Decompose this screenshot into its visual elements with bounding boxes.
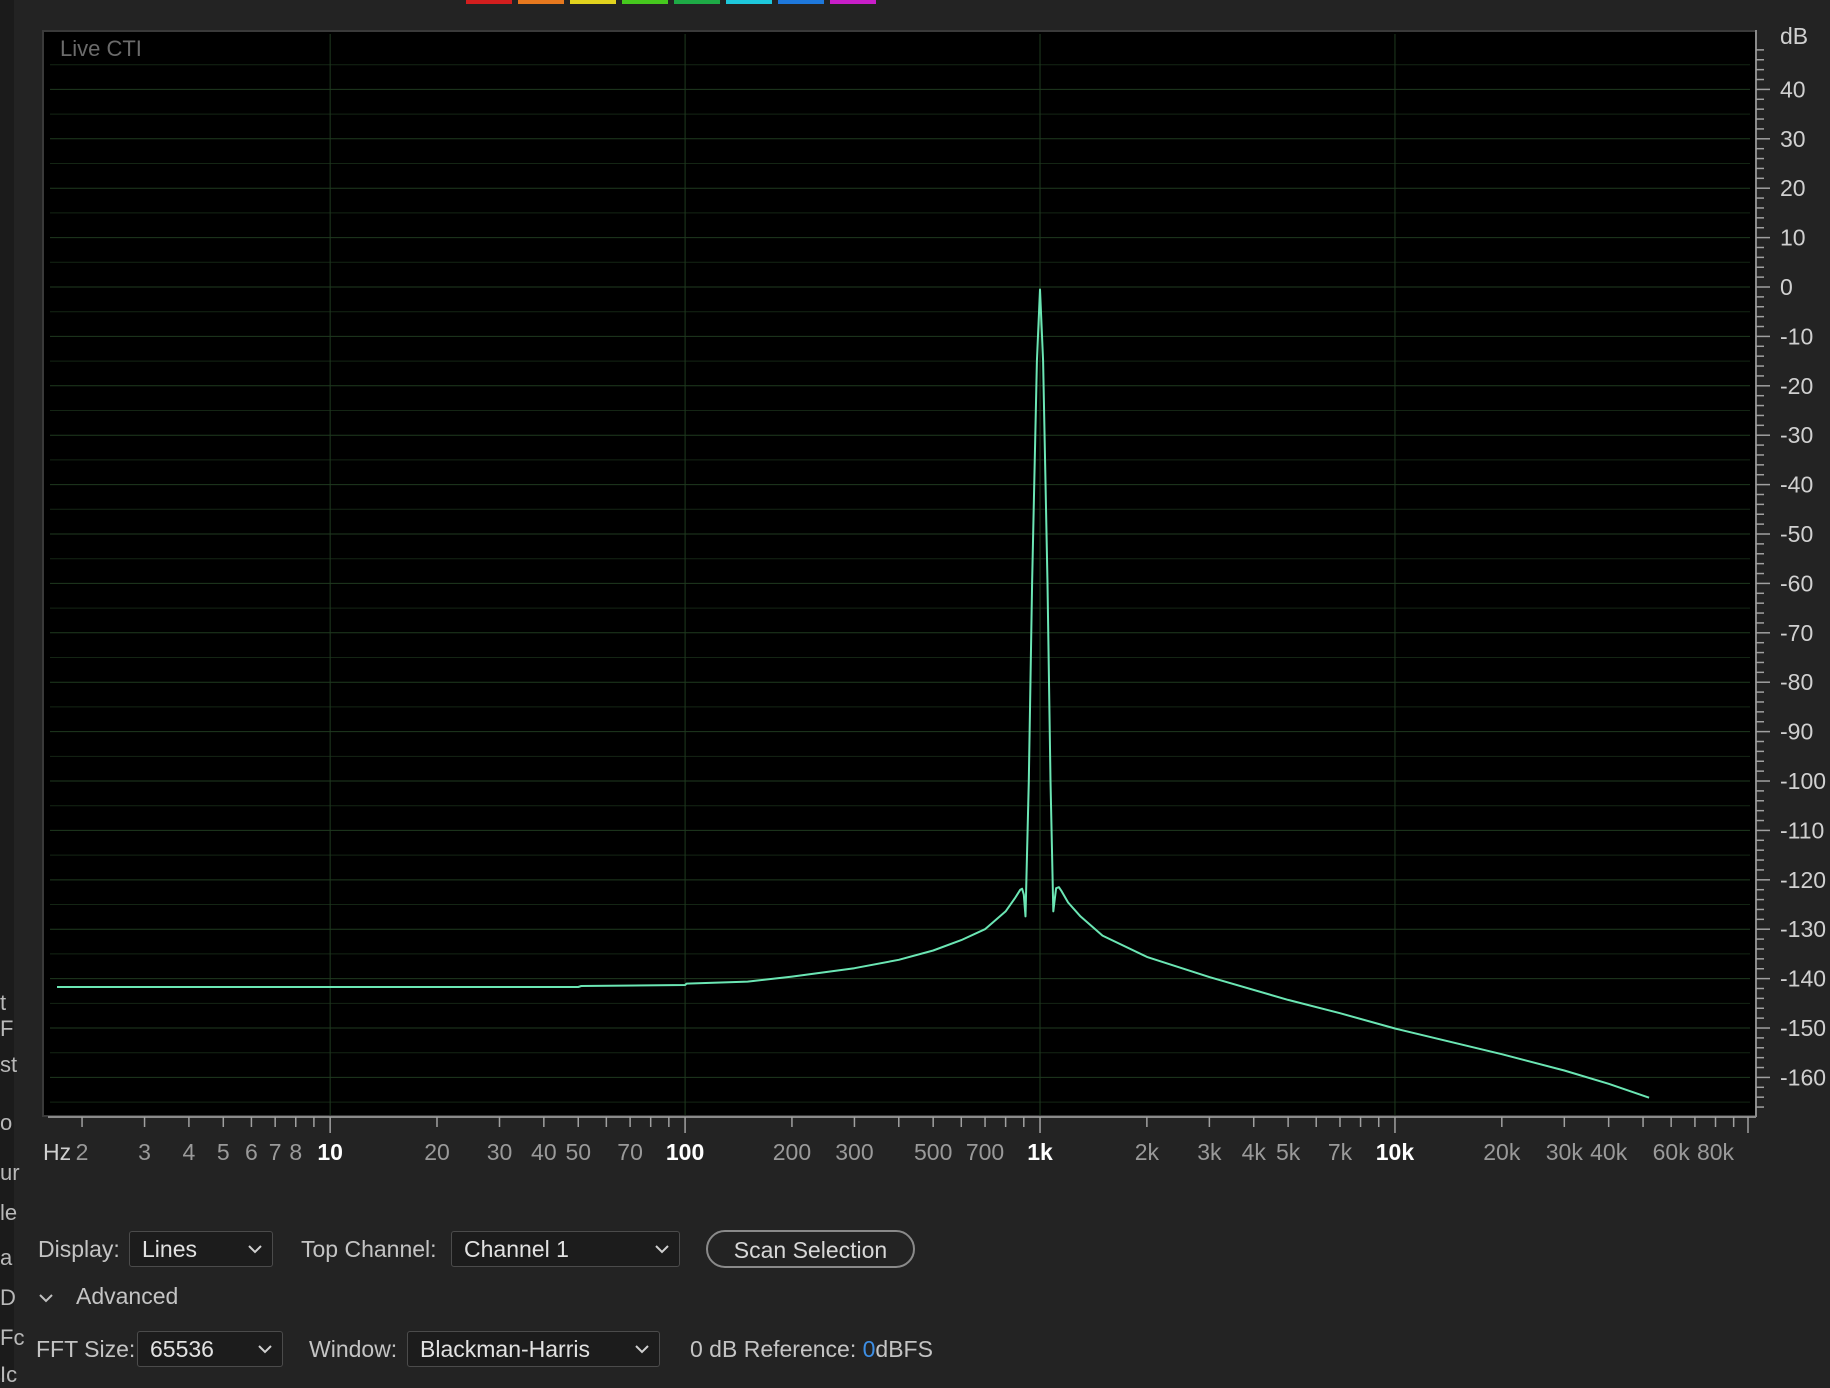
window-dropdown-value: Blackman-Harris bbox=[420, 1336, 590, 1362]
chevron-down-icon bbox=[258, 1345, 272, 1354]
window-dropdown[interactable]: Blackman-Harris bbox=[407, 1331, 660, 1367]
y-tick-label: -160 bbox=[1780, 1064, 1826, 1090]
x-tick-label: 10 bbox=[317, 1139, 343, 1165]
y-tick-label: 0 bbox=[1780, 274, 1793, 300]
y-tick-label: -120 bbox=[1780, 867, 1826, 893]
y-tick-label: -20 bbox=[1780, 373, 1813, 399]
y-tick-label: -80 bbox=[1780, 669, 1813, 695]
y-tick-label: -50 bbox=[1780, 521, 1813, 547]
x-tick-label: 1k bbox=[1027, 1139, 1053, 1165]
left-panel-fragment: a bbox=[0, 1245, 13, 1270]
x-tick-label: 2 bbox=[76, 1139, 89, 1165]
y-tick-label: -60 bbox=[1780, 570, 1813, 596]
x-tick-label: 100 bbox=[666, 1139, 704, 1165]
y-tick-label: -10 bbox=[1780, 323, 1813, 349]
y-tick-label: -90 bbox=[1780, 719, 1813, 745]
window-label: Window: bbox=[309, 1336, 398, 1362]
fft-size-label: FFT Size: bbox=[36, 1336, 136, 1362]
x-tick-label: 700 bbox=[966, 1139, 1004, 1165]
x-tick-label: 20k bbox=[1483, 1139, 1521, 1165]
x-tick-label: 80k bbox=[1697, 1139, 1735, 1165]
y-tick-label: -150 bbox=[1780, 1015, 1826, 1041]
y-tick-label: -70 bbox=[1780, 620, 1813, 646]
fft-size-dropdown-value: 65536 bbox=[150, 1336, 214, 1362]
left-panel-fragment: Fc bbox=[0, 1325, 25, 1350]
top-channel-dropdown-value: Channel 1 bbox=[464, 1236, 569, 1262]
advanced-toggle[interactable]: Advanced bbox=[76, 1283, 178, 1310]
db-reference-label: 0 dB Reference: bbox=[690, 1336, 857, 1362]
x-tick-label: 8 bbox=[289, 1139, 302, 1165]
scan-selection-button[interactable]: Scan Selection bbox=[706, 1230, 915, 1268]
x-tick-label: 5k bbox=[1276, 1139, 1301, 1165]
x-tick-label: 4 bbox=[183, 1139, 196, 1165]
x-tick-label: 500 bbox=[914, 1139, 952, 1165]
display-dropdown[interactable]: Lines bbox=[129, 1231, 273, 1267]
x-tick-label: 300 bbox=[835, 1139, 873, 1165]
y-tick-label: -100 bbox=[1780, 768, 1826, 794]
top-channel-label: Top Channel: bbox=[301, 1236, 437, 1262]
x-tick-label: 70 bbox=[617, 1139, 643, 1165]
db-reference-unit: dBFS bbox=[875, 1336, 933, 1362]
y-tick-label: 40 bbox=[1780, 76, 1806, 102]
x-tick-label: 6 bbox=[245, 1139, 258, 1165]
x-tick-label: 50 bbox=[565, 1139, 591, 1165]
x-tick-label: 3k bbox=[1197, 1139, 1222, 1165]
x-tick-label: 7 bbox=[269, 1139, 282, 1165]
x-tick-label: 40k bbox=[1590, 1139, 1628, 1165]
y-tick-label: 10 bbox=[1780, 225, 1806, 251]
display-dropdown-value: Lines bbox=[142, 1236, 197, 1262]
left-panel-fragment: D bbox=[0, 1285, 16, 1310]
x-tick-label: 2k bbox=[1135, 1139, 1160, 1165]
db-reference-group: 0 dB Reference: 0dBFS bbox=[690, 1336, 933, 1363]
db-reference-value[interactable]: 0 bbox=[863, 1336, 876, 1362]
x-tick-label: 30 bbox=[487, 1139, 513, 1165]
x-tick-label: 60k bbox=[1653, 1139, 1691, 1165]
x-tick-label: 7k bbox=[1328, 1139, 1353, 1165]
spectrum-chart: 403020100-10-20-30-40-50-60-70-80-90-100… bbox=[43, 23, 1826, 1165]
display-label: Display: bbox=[38, 1236, 120, 1262]
y-tick-label: 20 bbox=[1780, 175, 1806, 201]
chevron-down-icon bbox=[248, 1245, 262, 1254]
x-tick-label: 10k bbox=[1376, 1139, 1415, 1165]
y-tick-label: -30 bbox=[1780, 422, 1813, 448]
chevron-down-icon bbox=[655, 1245, 669, 1254]
left-panel-fragment: Ic bbox=[0, 1362, 18, 1387]
x-tick-label: 200 bbox=[773, 1139, 811, 1165]
y-tick-label: -140 bbox=[1780, 966, 1826, 992]
top-channel-dropdown[interactable]: Channel 1 bbox=[451, 1231, 680, 1267]
x-tick-label: 40 bbox=[531, 1139, 557, 1165]
chevron-down-icon[interactable] bbox=[36, 1288, 56, 1308]
x-unit-label: Hz bbox=[43, 1139, 71, 1165]
y-tick-label: -130 bbox=[1780, 916, 1826, 942]
frequency-analysis-panel: t Fst o ur le a D Fc Ic Live CTI 40 30 20 10 0 -10 -2… bbox=[0, 0, 1830, 1387]
x-tick-label: 4k bbox=[1242, 1139, 1267, 1165]
y-tick-label: 30 bbox=[1780, 126, 1806, 152]
y-unit-label: dB bbox=[1780, 23, 1808, 49]
x-tick-label: 3 bbox=[138, 1139, 151, 1165]
x-tick-label: 20 bbox=[424, 1139, 450, 1165]
left-panel-fragment: le bbox=[0, 1200, 18, 1225]
y-tick-label: -40 bbox=[1780, 472, 1813, 498]
fft-size-dropdown[interactable]: 65536 bbox=[137, 1331, 283, 1367]
y-tick-label: -110 bbox=[1780, 817, 1824, 843]
x-tick-label: 30k bbox=[1546, 1139, 1584, 1165]
chevron-down-icon bbox=[635, 1345, 649, 1354]
x-tick-label: 5 bbox=[217, 1139, 230, 1165]
